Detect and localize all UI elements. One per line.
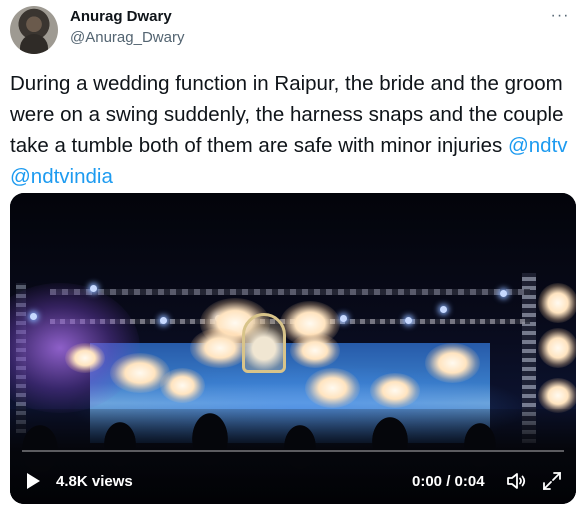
author-handle[interactable]: @Anurag_Dwary bbox=[70, 29, 184, 47]
video-progress-bar[interactable] bbox=[22, 450, 564, 452]
avatar[interactable] bbox=[10, 6, 58, 54]
play-icon bbox=[27, 473, 40, 489]
view-count: 4.8K views bbox=[56, 473, 133, 490]
video-time: 0:00 / 0:04 bbox=[412, 473, 485, 490]
volume-button[interactable] bbox=[504, 469, 528, 493]
video-frame bbox=[10, 193, 576, 504]
play-button[interactable] bbox=[22, 470, 44, 492]
author-display-name[interactable]: Anurag Dwary bbox=[70, 8, 172, 26]
fullscreen-button[interactable] bbox=[540, 469, 564, 493]
tweet-body: During a wedding function in Raipur, the… bbox=[10, 72, 564, 157]
volume-icon bbox=[507, 473, 526, 489]
more-horizontal-icon: ··· bbox=[550, 7, 570, 24]
tweet-card: Anurag Dwary @Anurag_Dwary ··· During a … bbox=[0, 0, 585, 509]
mention-link-ndtv[interactable]: @ndtv bbox=[508, 134, 568, 157]
more-options-button[interactable]: ··· bbox=[549, 6, 571, 26]
video-player[interactable]: 4.8K views 0:00 / 0:04 bbox=[10, 193, 576, 504]
mention-link-ndtvindia[interactable]: @ndtvindia bbox=[10, 165, 113, 188]
fullscreen-icon bbox=[543, 472, 561, 490]
tweet-text: During a wedding function in Raipur, the… bbox=[10, 68, 575, 192]
